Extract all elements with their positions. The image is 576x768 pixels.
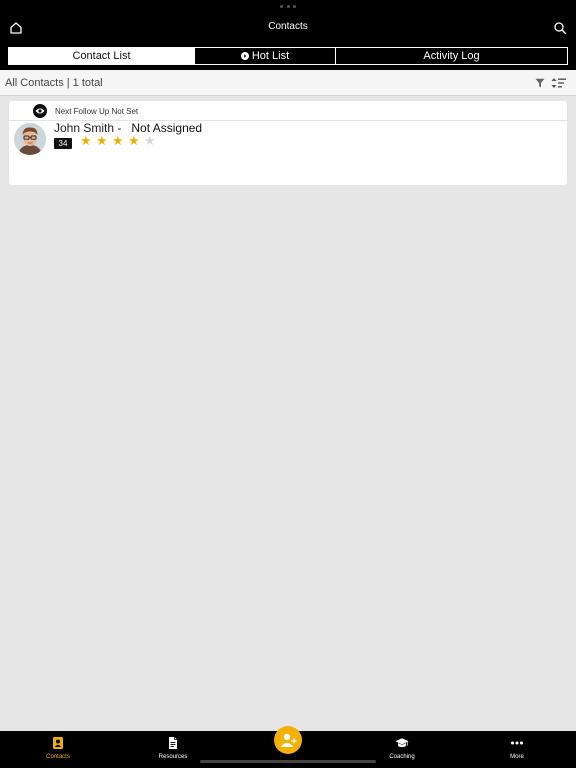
tab-activity-log[interactable]: Activity Log [335,48,567,64]
tab-coaching-label: Coaching [389,754,415,760]
sort-icon[interactable] [551,77,566,89]
star-filled-icon[interactable]: ★ [128,134,140,147]
contact-card[interactable]: Next Follow Up Not Set John Smith - Not … [9,101,567,185]
follow-up-status: Next Follow Up Not Set [55,107,139,116]
hot-list-icon [240,52,249,60]
assignment-status: Not Assigned [131,121,203,135]
tab-contact-list-label: Contact List [72,50,131,62]
document-icon [169,737,177,749]
multitasking-grabber[interactable] [280,5,296,9]
page-title: Contacts [268,21,308,32]
avatar [14,123,46,155]
star-filled-icon[interactable]: ★ [112,134,124,147]
follow-up-row: Next Follow Up Not Set [9,101,567,121]
add-contact-icon [280,733,297,747]
tab-hot-list[interactable]: Hot List [194,48,335,64]
search-icon[interactable] [553,21,567,35]
tab-activity-log-label: Activity Log [423,50,480,62]
tab-more-label: More [510,754,524,760]
score-badge: 34 [54,138,72,149]
star-filled-icon[interactable]: ★ [80,134,92,147]
star-rating[interactable]: ★ ★ ★ ★ ★ [80,134,160,147]
graduation-cap-icon [395,738,409,748]
more-dots-icon [511,741,523,745]
tab-contacts-label: Contacts [46,754,70,760]
tab-hot-list-label: Hot List [251,50,290,62]
eye-icon[interactable] [33,104,47,118]
star-empty-icon[interactable]: ★ [144,134,156,147]
add-contact-button[interactable] [274,726,302,754]
contacts-icon [53,737,63,749]
list-segmented-control: Contact List Hot List Activity Log [8,47,568,65]
home-indicator [200,760,376,763]
star-filled-icon[interactable]: ★ [96,134,108,147]
contact-count-summary: All Contacts | 1 total [5,77,103,89]
tab-contacts[interactable]: Contacts [18,731,98,768]
filter-icon[interactable] [535,78,545,88]
tab-more[interactable]: More [477,731,557,768]
list-header: All Contacts | 1 total [0,70,576,96]
home-icon[interactable] [9,21,23,35]
tab-resources-label: Resources [158,754,188,760]
tab-contact-list[interactable]: Contact List [9,48,194,64]
